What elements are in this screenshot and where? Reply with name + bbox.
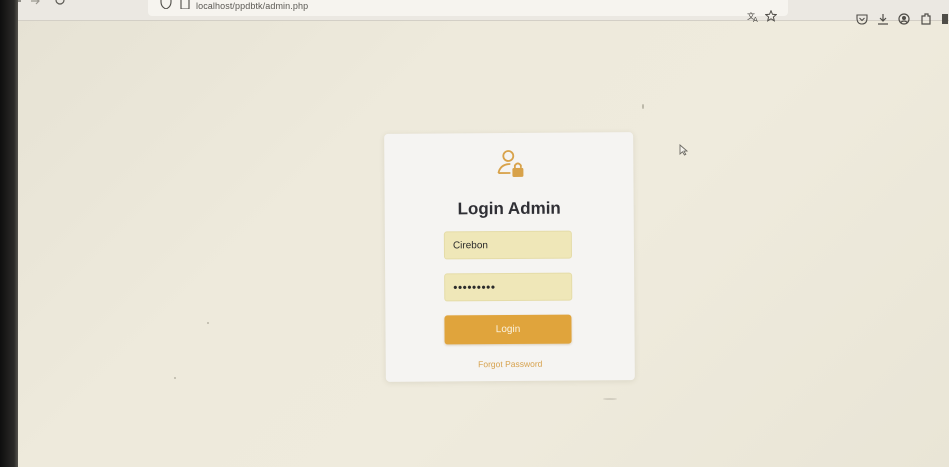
url-text[interactable]: localhost/ppdbtk/admin.php	[196, 1, 308, 11]
user-lock-icon	[497, 149, 525, 179]
screen-speck	[603, 398, 617, 400]
forgot-password-link[interactable]: Forgot Password	[386, 358, 635, 370]
screen-speck	[207, 322, 209, 324]
menu-icon[interactable]	[942, 12, 949, 24]
password-field[interactable]	[444, 272, 573, 302]
shield-icon[interactable]	[160, 0, 172, 14]
forward-icon[interactable]	[30, 0, 42, 10]
account-icon[interactable]	[898, 12, 910, 25]
screen-speck	[642, 104, 644, 109]
browser-toolbar: localhost/ppdbtk/admin.php 文A	[18, 0, 949, 25]
pocket-icon[interactable]	[856, 12, 868, 25]
svg-text:A: A	[753, 16, 758, 23]
bookmark-star-icon[interactable]	[764, 9, 778, 22]
login-button[interactable]: Login	[444, 314, 572, 345]
download-icon[interactable]	[877, 12, 889, 25]
monitor-bezel	[0, 0, 20, 467]
translate-icon[interactable]: 文A	[747, 10, 759, 24]
mouse-cursor-icon	[679, 143, 689, 156]
screen-speck	[174, 377, 176, 379]
reload-icon[interactable]	[54, 0, 66, 10]
login-card: Login Admin Login Forgot Password	[384, 132, 635, 382]
back-icon[interactable]	[18, 0, 22, 10]
username-field[interactable]	[443, 230, 573, 260]
extensions-icon[interactable]	[920, 12, 932, 25]
screen: localhost/ppdbtk/admin.php 文A Login Admi…	[18, 0, 949, 467]
page-icon	[180, 0, 190, 14]
page-title: Login Admin	[457, 198, 561, 219]
